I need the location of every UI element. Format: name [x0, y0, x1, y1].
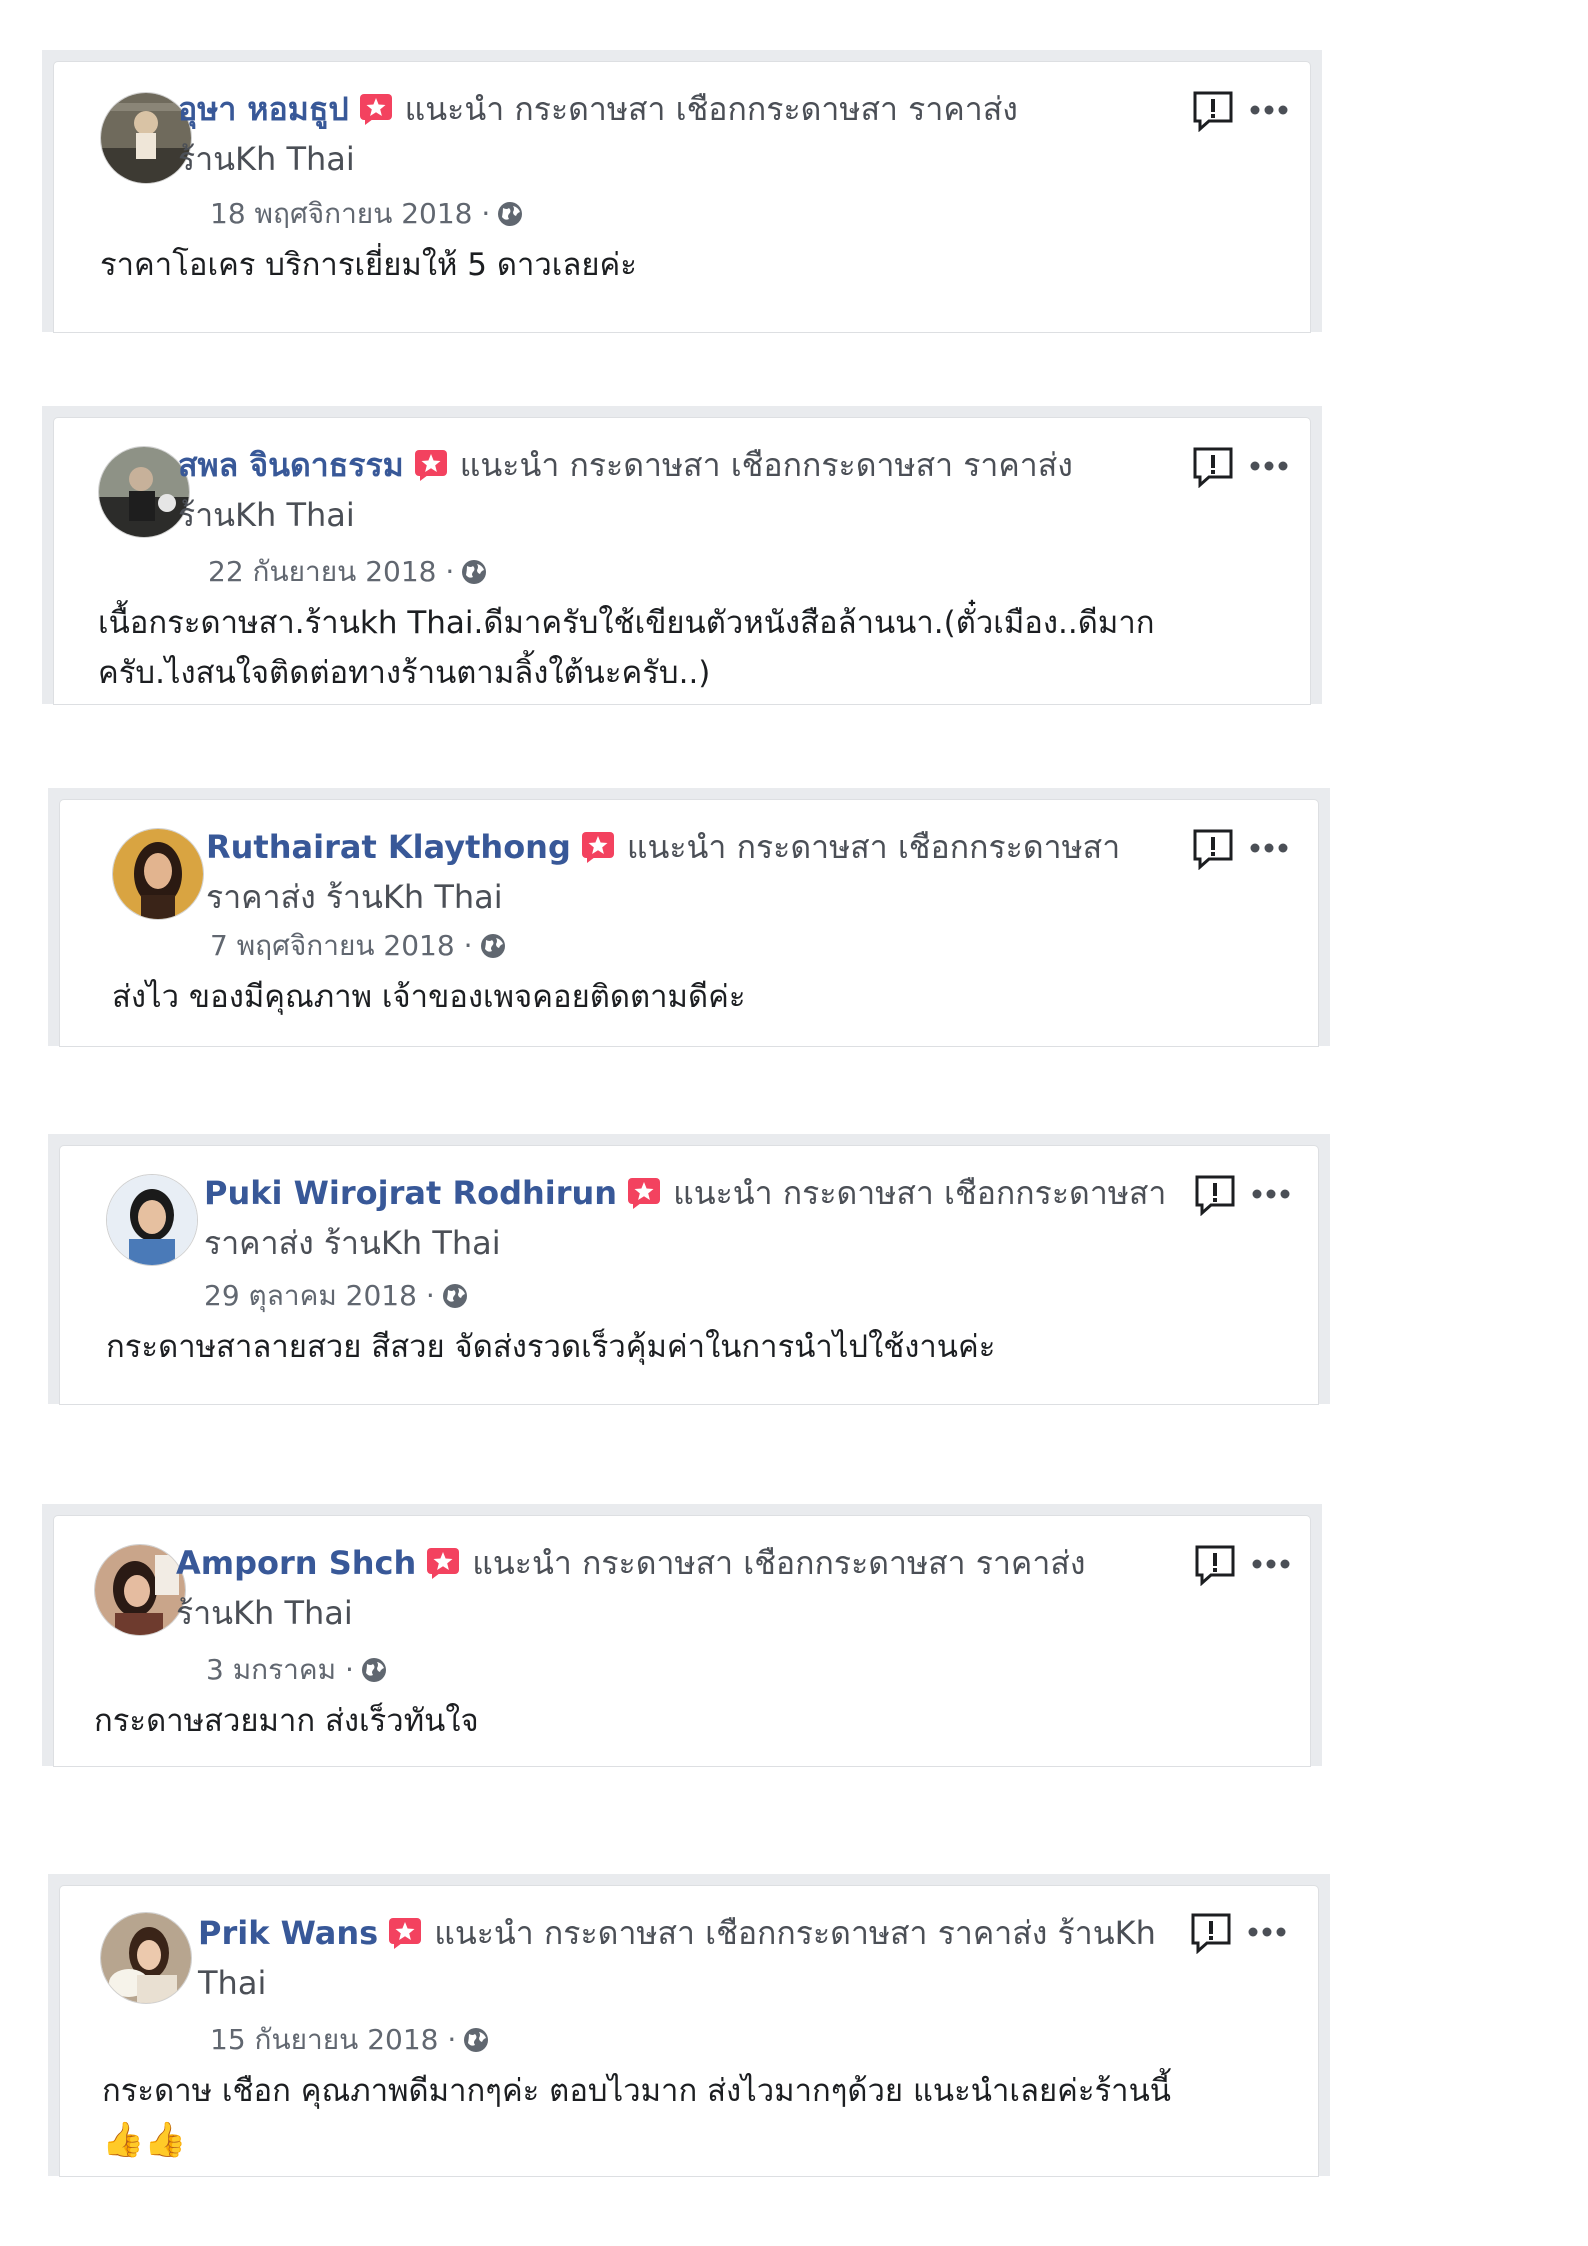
review-date[interactable]: 29 ตุลาคม 2018 · — [204, 1279, 435, 1312]
thumbs-up-emoji: 👍👍 — [102, 2120, 187, 2160]
more-options-icon[interactable] — [1248, 838, 1290, 858]
review-text: กระดาษสาลายสวย สีสวย จัดส่งรวดเร็วคุ้มค่… — [106, 1329, 996, 1365]
globe-icon[interactable] — [462, 2026, 490, 2054]
recommend-text: แนะนำ กระดาษสา เชือกกระดาษสา ราคาส่ง — [404, 90, 1018, 128]
review-date-line: 29 ตุลาคม 2018 · — [204, 1276, 469, 1316]
more-options-icon[interactable] — [1248, 100, 1290, 120]
review-date[interactable]: 3 มกราคม · — [206, 1653, 354, 1686]
review-date[interactable]: 7 พฤศจิกายน 2018 · — [210, 929, 473, 962]
recommend-badge-icon — [414, 449, 448, 481]
recommend-badge-icon — [426, 1547, 460, 1579]
avatar-image — [95, 1545, 185, 1635]
review-date[interactable]: 18 พฤศจิกายน 2018 · — [210, 197, 490, 230]
recommend-text: แนะนำ กระดาษสา เชือกกระดาษสา ราคาส่ง — [459, 446, 1073, 484]
review-card: Puki Wirojrat Rodhirun แนะนำ กระดาษสา เชื… — [60, 1146, 1318, 1404]
reviewer-name[interactable]: Amporn Shch — [176, 1544, 416, 1582]
review-card-frame: Puki Wirojrat Rodhirun แนะนำ กระดาษสา เชื… — [48, 1134, 1330, 1404]
review-text-line: กระดาษ เชือก คุณภาพดีมากๆค่ะ ตอบไวมาก ส่… — [102, 2073, 1171, 2109]
review-card: สพล จินดาธรรม แนะนำ กระดาษสา เชือกกระดาษส… — [54, 418, 1310, 704]
review-date[interactable]: 22 กันยายน 2018 · — [208, 555, 454, 588]
review-date-line: 15 กันยายน 2018 · — [210, 2020, 490, 2060]
review-date-line: 22 กันยายน 2018 · — [208, 552, 488, 592]
report-icon[interactable] — [1192, 446, 1234, 488]
reviewer-name[interactable]: Ruthairat Klaythong — [206, 828, 571, 866]
globe-icon[interactable] — [479, 932, 507, 960]
review-text: ราคาโอเคร บริการเยี่ยมให้ 5 ดาวเลยค่ะ — [100, 247, 637, 283]
globe-icon[interactable] — [460, 558, 488, 586]
page-name-link[interactable]: ราคาส่ง ร้านKh Thai — [206, 878, 503, 916]
review-date[interactable]: 15 กันยายน 2018 · — [210, 2023, 456, 2056]
review-card-frame: Prik Wans แนะนำ กระดาษสา เชือกกระดาษสา รา… — [48, 1874, 1330, 2176]
review-text: เนื้อกระดาษสา.ร้านkh Thai.ดีมาครับใช้เขี… — [98, 598, 1298, 698]
review-card: Amporn Shch แนะนำ กระดาษสา เชือกกระดาษสา … — [54, 1516, 1310, 1766]
reviewer-avatar[interactable] — [106, 1174, 198, 1266]
review-header: Amporn Shch แนะนำ กระดาษสา เชือกกระดาษสา … — [176, 1538, 1176, 1638]
more-options-icon[interactable] — [1246, 1922, 1288, 1942]
review-text-line: ครับ.ไงสนใจติดต่อทางร้านตามลิ้งใต้นะครับ… — [98, 655, 711, 691]
reviewer-name[interactable]: อุษา หอมธูป — [178, 90, 349, 128]
reviewer-avatar[interactable] — [98, 446, 190, 538]
recommend-text: แนะนำ กระดาษสา เชือกกระดาษสา — [626, 828, 1121, 866]
globe-icon[interactable] — [360, 1656, 388, 1684]
review-card-frame: อุษา หอมธูป แนะนำ กระดาษสา เชือกกระดาษสา … — [42, 50, 1322, 332]
recommend-badge-icon — [581, 831, 615, 863]
page-name-link[interactable]: ร้านKh Thai — [178, 496, 355, 534]
report-icon[interactable] — [1194, 1544, 1236, 1586]
page-name-link[interactable]: ร้านKh Thai — [178, 140, 355, 178]
review-header: อุษา หอมธูป แนะนำ กระดาษสา เชือกกระดาษสา … — [178, 84, 1178, 184]
review-card-frame: Amporn Shch แนะนำ กระดาษสา เชือกกระดาษสา … — [42, 1504, 1322, 1766]
review-text: กระดาษ เชือก คุณภาพดีมากๆค่ะ ตอบไวมาก ส่… — [102, 2066, 1302, 2166]
review-text-line: เนื้อกระดาษสา.ร้านkh Thai.ดีมาครับใช้เขี… — [98, 605, 1155, 641]
recommend-badge-icon — [388, 1917, 422, 1949]
review-header: Puki Wirojrat Rodhirun แนะนำ กระดาษสา เชื… — [204, 1168, 1204, 1268]
review-header: Prik Wans แนะนำ กระดาษสา เชือกกระดาษสา รา… — [198, 1908, 1218, 2008]
recommend-text: แนะนำ กระดาษสา เชือกกระดาษสา — [673, 1174, 1167, 1212]
review-text: กระดาษสวยมาก ส่งเร็วทันใจ — [94, 1703, 479, 1739]
reviewer-avatar[interactable] — [100, 1912, 192, 2004]
reviewer-avatar[interactable] — [94, 1544, 186, 1636]
avatar-image — [113, 829, 203, 919]
review-header: Ruthairat Klaythong แนะนำ กระดาษสา เชือกก… — [206, 822, 1186, 922]
more-options-icon[interactable] — [1250, 1554, 1292, 1574]
page-name-link[interactable]: ราคาส่ง ร้านKh Thai — [204, 1224, 501, 1262]
report-icon[interactable] — [1192, 90, 1234, 132]
page-name-link[interactable]: Thai — [198, 1964, 266, 2002]
review-card-frame: Ruthairat Klaythong แนะนำ กระดาษสา เชือกก… — [48, 788, 1330, 1046]
review-date-line: 7 พฤศจิกายน 2018 · — [210, 926, 507, 966]
review-date-line: 3 มกราคม · — [206, 1650, 388, 1690]
recommend-text: แนะนำ กระดาษสา เชือกกระดาษสา ราคาส่ง — [472, 1544, 1086, 1582]
avatar-image — [101, 1913, 191, 2003]
globe-icon[interactable] — [441, 1282, 469, 1310]
avatar-image — [107, 1175, 197, 1265]
review-card-frame: สพล จินดาธรรม แนะนำ กระดาษสา เชือกกระดาษส… — [42, 406, 1322, 704]
more-options-icon[interactable] — [1248, 456, 1290, 476]
review-header: สพล จินดาธรรม แนะนำ กระดาษสา เชือกกระดาษส… — [178, 440, 1198, 540]
review-text: ส่งไว ของมีคุณภาพ เจ้าของเพจคอยติดตามดีค… — [112, 979, 746, 1015]
reviewer-avatar[interactable] — [112, 828, 204, 920]
report-icon[interactable] — [1192, 828, 1234, 870]
review-card: Prik Wans แนะนำ กระดาษสา เชือกกระดาษสา รา… — [60, 1886, 1318, 2176]
reviewer-name[interactable]: Prik Wans — [198, 1914, 378, 1952]
reviewer-name[interactable]: สพล จินดาธรรม — [178, 446, 404, 484]
avatar-image — [99, 447, 189, 537]
page-name-link[interactable]: ร้านKh Thai — [176, 1594, 353, 1632]
report-icon[interactable] — [1194, 1174, 1236, 1216]
reviewer-name[interactable]: Puki Wirojrat Rodhirun — [204, 1174, 617, 1212]
report-icon[interactable] — [1190, 1912, 1232, 1954]
recommend-badge-icon — [627, 1177, 661, 1209]
review-date-line: 18 พฤศจิกายน 2018 · — [210, 194, 524, 234]
review-card: อุษา หอมธูป แนะนำ กระดาษสา เชือกกระดาษสา … — [54, 62, 1310, 332]
more-options-icon[interactable] — [1250, 1184, 1292, 1204]
recommend-badge-icon — [359, 93, 393, 125]
recommend-text: แนะนำ กระดาษสา เชือกกระดาษสา ราคาส่ง ร้า… — [434, 1914, 1156, 1952]
review-card: Ruthairat Klaythong แนะนำ กระดาษสา เชือกก… — [60, 800, 1318, 1046]
globe-icon[interactable] — [496, 200, 524, 228]
